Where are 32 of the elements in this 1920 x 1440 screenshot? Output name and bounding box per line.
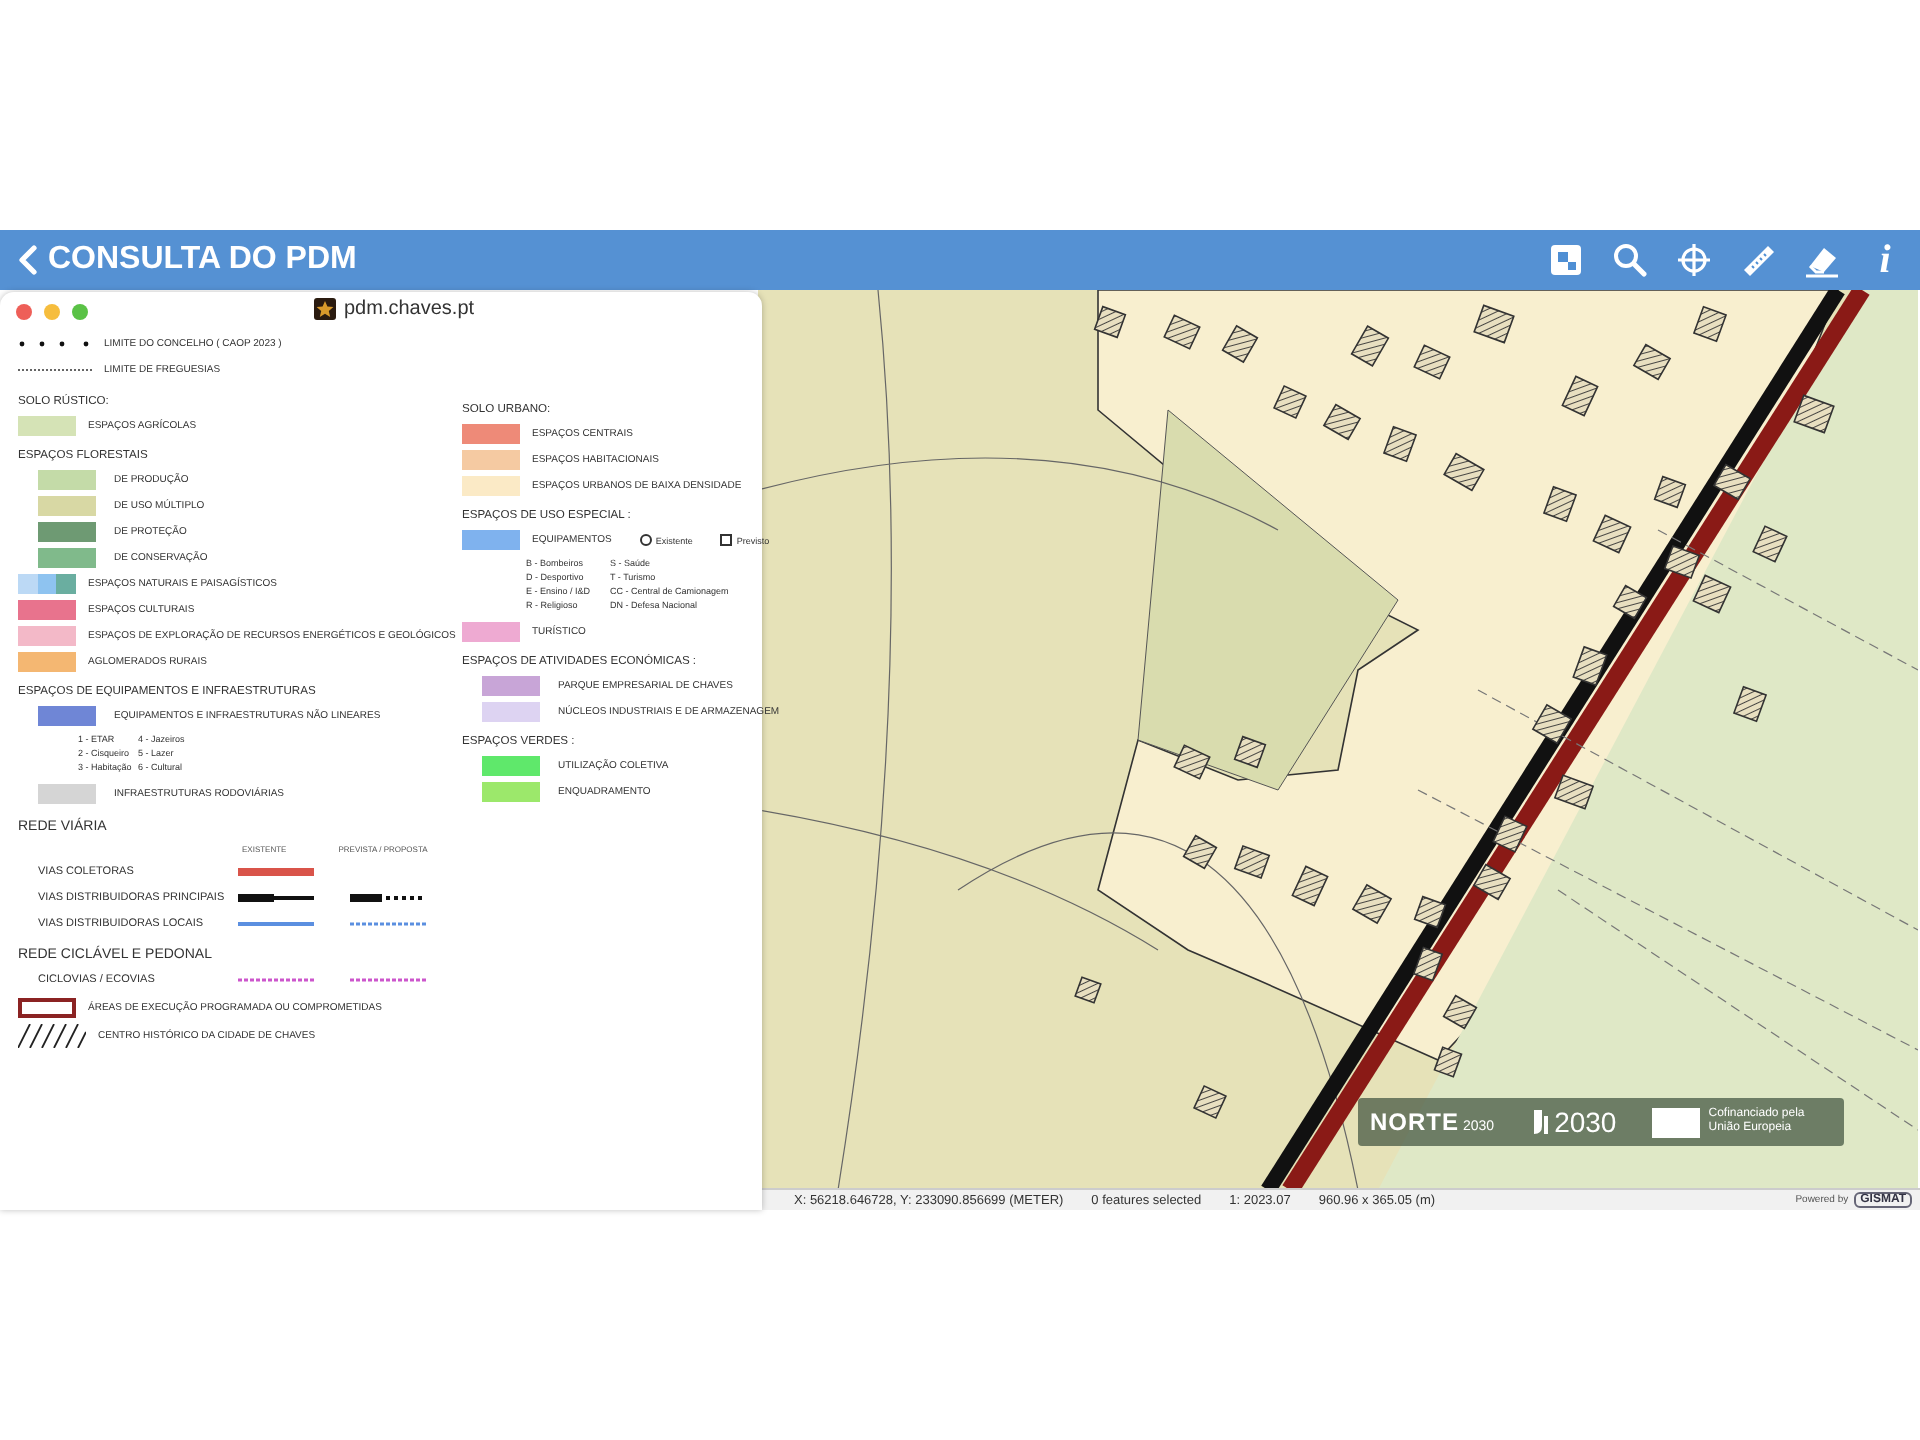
line-symbol (350, 890, 426, 906)
zoom-button[interactable] (72, 303, 88, 319)
window-title: pdm.chaves.pt (344, 298, 475, 320)
logo-text: 2030 (1554, 1106, 1617, 1138)
eraser-icon (1803, 242, 1839, 278)
line-symbol (350, 972, 426, 988)
chevron-left-icon (18, 244, 38, 276)
search-button[interactable] (1610, 240, 1648, 280)
line-symbol (238, 916, 314, 932)
ruler-icon (1739, 242, 1775, 278)
info-button[interactable]: i (1866, 240, 1904, 280)
line-symbol (238, 972, 314, 988)
overview-button[interactable] (1546, 240, 1584, 280)
line-symbol (238, 890, 314, 906)
line-symbol (350, 916, 426, 932)
back-button[interactable]: CONSULTA DO PDM (18, 242, 357, 278)
close-button[interactable] (16, 303, 32, 319)
star-icon (314, 298, 336, 320)
minimize-button[interactable] (44, 303, 60, 319)
logo-text: NORTE (1370, 1108, 1459, 1136)
crosshair-icon (1675, 242, 1711, 278)
line-symbol (18, 363, 94, 375)
logo-mark-icon (1530, 1108, 1551, 1136)
hatch-swatch (18, 1024, 86, 1048)
color-swatch (18, 574, 76, 594)
flag-icon (1652, 1107, 1701, 1137)
circle-symbol (639, 534, 652, 546)
line-symbol (18, 337, 94, 349)
checker-square-icon (1547, 242, 1583, 278)
search-icon (1611, 242, 1647, 278)
locate-button[interactable] (1674, 240, 1712, 280)
square-symbol (720, 534, 733, 546)
